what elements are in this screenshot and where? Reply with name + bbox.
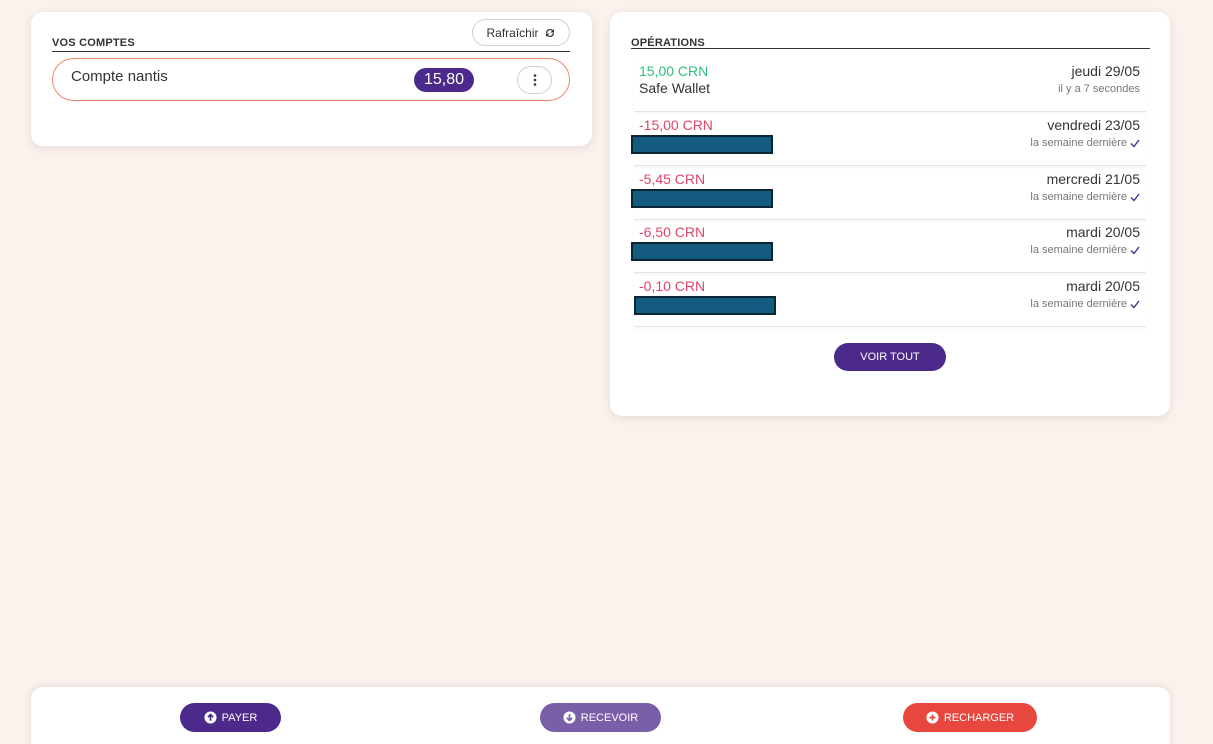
operation-relative-time: il y a 7 secondes xyxy=(1058,83,1140,95)
operation-label: Safe Wallet xyxy=(639,80,711,96)
recharge-button[interactable]: RECHARGER xyxy=(903,703,1037,732)
operation-date: mardi 20/05 xyxy=(1066,278,1140,294)
refresh-icon xyxy=(545,28,554,37)
operation-relative-time: la semaine dernière xyxy=(1030,191,1140,203)
accounts-divider xyxy=(52,51,570,52)
operation-amount: -15,00 CRN xyxy=(639,117,713,133)
redacted-label xyxy=(631,135,773,154)
operation-row[interactable]: -0,10 CRN mardi 20/05 la semaine dernièr… xyxy=(634,274,1146,327)
operation-date: jeudi 29/05 xyxy=(1071,63,1140,79)
operation-amount: 15,00 CRN xyxy=(639,63,709,79)
operation-relative-time: la semaine dernière xyxy=(1030,298,1140,310)
redacted-label xyxy=(631,189,773,208)
operation-row[interactable]: -15,00 CRN vendredi 23/05 la semaine der… xyxy=(631,113,1146,166)
recharge-label: RECHARGER xyxy=(943,711,1015,724)
accounts-heading: VOS COMPTES xyxy=(52,37,135,49)
operation-amount: -5,45 CRN xyxy=(639,171,706,187)
account-menu-button[interactable] xyxy=(517,66,552,94)
redacted-label xyxy=(631,242,773,261)
operation-date: vendredi 23/05 xyxy=(1047,117,1140,133)
arrow-up-circle-icon xyxy=(204,711,217,724)
account-item[interactable]: Compte nantis 15,80 xyxy=(52,58,570,101)
operation-relative-text: la semaine dernière xyxy=(1030,244,1127,256)
operation-amount: -0,10 CRN xyxy=(639,278,706,294)
check-icon xyxy=(1130,300,1140,309)
account-balance-badge: 15,80 xyxy=(414,68,474,92)
refresh-label: Rafraîchir xyxy=(486,25,539,40)
receive-label: RECEVOIR xyxy=(580,711,639,724)
plus-circle-icon xyxy=(926,711,939,724)
operation-relative-text: il y a 7 secondes xyxy=(1058,83,1140,95)
receive-button[interactable]: RECEVOIR xyxy=(540,703,661,732)
operation-relative-text: la semaine dernière xyxy=(1030,137,1127,149)
operations-card: OPÉRATIONS 15,00 CRN Safe Wallet jeudi 2… xyxy=(610,12,1170,416)
redacted-label xyxy=(634,296,776,315)
more-vertical-icon xyxy=(533,74,536,86)
operation-amount: -6,50 CRN xyxy=(639,224,706,240)
refresh-button[interactable]: Rafraîchir xyxy=(472,19,570,46)
arrow-down-circle-icon xyxy=(563,711,576,724)
operation-relative-time: la semaine dernière xyxy=(1030,244,1140,256)
operation-date: mardi 20/05 xyxy=(1066,224,1140,240)
pay-label: PAYER xyxy=(221,711,258,724)
accounts-card: VOS COMPTES Rafraîchir Compte nantis 15,… xyxy=(31,12,592,146)
check-icon xyxy=(1130,246,1140,255)
view-all-button[interactable]: VOIR TOUT xyxy=(834,343,946,371)
operation-row[interactable]: -6,50 CRN mardi 20/05 la semaine dernièr… xyxy=(631,220,1146,273)
operation-relative-time: la semaine dernière xyxy=(1030,137,1140,149)
operation-relative-text: la semaine dernière xyxy=(1030,191,1127,203)
action-bar: PAYER RECEVOIR RECHARGER xyxy=(31,687,1170,744)
operation-date: mercredi 21/05 xyxy=(1046,171,1140,187)
operation-row[interactable]: 15,00 CRN Safe Wallet jeudi 29/05 il y a… xyxy=(634,59,1146,112)
operation-row[interactable]: -5,45 CRN mercredi 21/05 la semaine dern… xyxy=(631,167,1146,220)
check-icon xyxy=(1130,139,1140,148)
pay-button[interactable]: PAYER xyxy=(180,703,281,732)
account-name: Compte nantis xyxy=(71,68,168,85)
operations-divider xyxy=(631,48,1150,49)
check-icon xyxy=(1130,193,1140,202)
operation-relative-text: la semaine dernière xyxy=(1030,298,1127,310)
